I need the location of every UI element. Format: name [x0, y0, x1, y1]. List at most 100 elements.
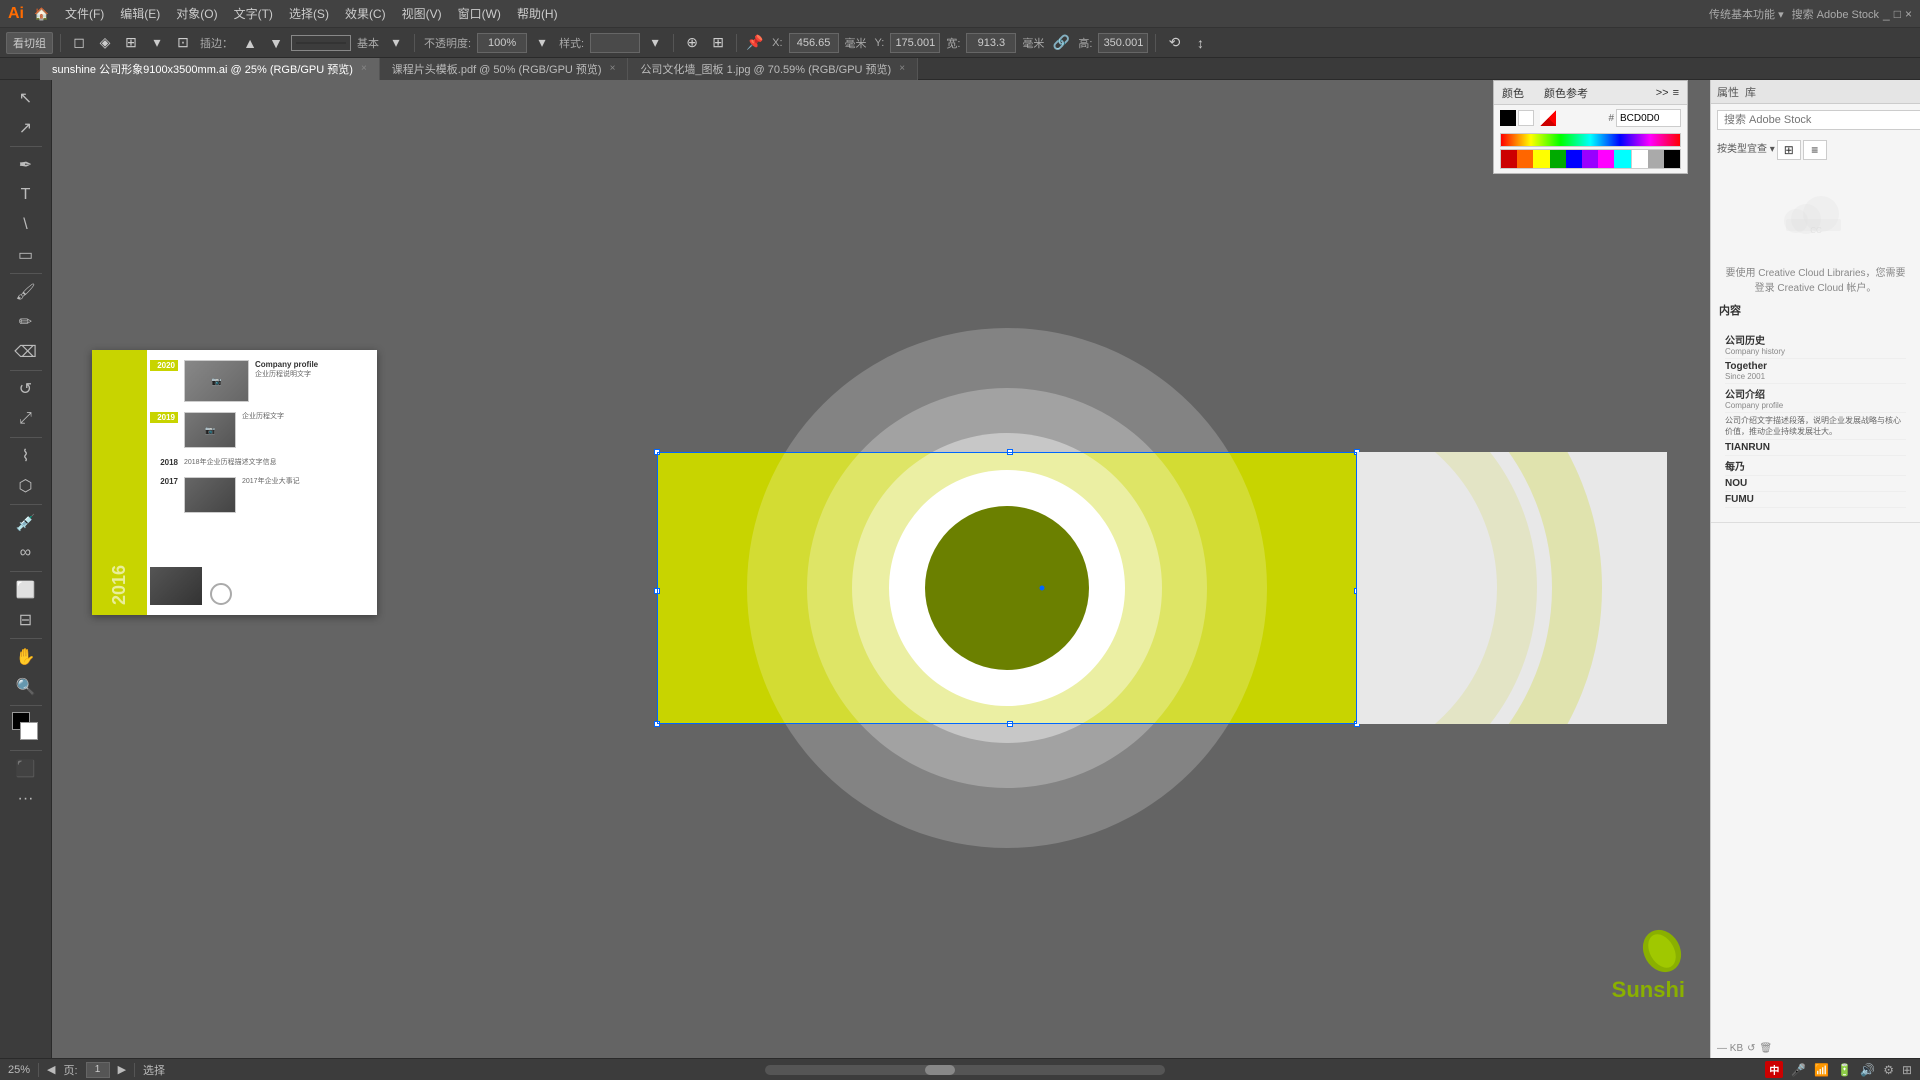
menu-file[interactable]: 文件(F): [57, 1, 112, 26]
content-item-4[interactable]: TIANRUN: [1725, 440, 1906, 456]
refresh-icon[interactable]: ↺: [1747, 1043, 1755, 1054]
swatch-none[interactable]: [1540, 110, 1556, 126]
menu-select[interactable]: 选择(S): [281, 1, 337, 26]
menu-edit[interactable]: 编辑(E): [112, 1, 168, 26]
grid-icon[interactable]: ⊞: [1902, 1063, 1912, 1077]
home-icon[interactable]: 🏠: [34, 7, 49, 21]
screen-mode[interactable]: ⬛: [8, 755, 44, 783]
dropdown-icon-3[interactable]: ▾: [531, 32, 553, 54]
direct-select-icon[interactable]: ◈: [94, 32, 116, 54]
menu-window[interactable]: 窗口(W): [450, 1, 509, 26]
tab-1[interactable]: 课程片头模板.pdf @ 50% (RGB/GPU 预览) ×: [380, 58, 629, 80]
swatch-black[interactable]: [1500, 110, 1516, 126]
content-item-7[interactable]: FUMU: [1725, 492, 1906, 508]
lock-proportions-icon[interactable]: 🔗: [1050, 32, 1072, 54]
menu-object[interactable]: 对象(O): [168, 1, 225, 26]
menu-effect[interactable]: 效果(C): [337, 1, 394, 26]
direct-select-tool[interactable]: ↗: [8, 114, 44, 142]
list-view-btn[interactable]: ≡: [1803, 140, 1827, 160]
canvas-area[interactable]: 2016 2020 📷 Company: [52, 80, 1710, 1058]
handle-ml[interactable]: [654, 588, 660, 594]
y-input[interactable]: [890, 33, 940, 53]
color-panel-expand[interactable]: >>: [1656, 87, 1669, 99]
content-item-5[interactable]: 每乃: [1725, 456, 1906, 476]
dropdown-icon-4[interactable]: ▾: [644, 32, 666, 54]
selection-tool[interactable]: ↖: [8, 84, 44, 112]
tab-2[interactable]: 公司文化墙_图板 1.jpg @ 70.59% (RGB/GPU 预览) ×: [628, 58, 918, 80]
circle-nav[interactable]: [210, 583, 232, 605]
arrange-icon[interactable]: ⊡: [172, 32, 194, 54]
settings-icon[interactable]: ⚙: [1883, 1063, 1894, 1077]
tab-close-1[interactable]: ×: [610, 63, 616, 74]
pen-tool[interactable]: ✒: [8, 151, 44, 179]
scale-tool[interactable]: ⤢: [8, 405, 44, 433]
selection-tool-icon[interactable]: ◻: [68, 32, 90, 54]
hand-tool[interactable]: ✋: [8, 643, 44, 671]
hex-input[interactable]: [1616, 109, 1681, 127]
pin-icon[interactable]: 📌: [744, 32, 766, 54]
tab-close-2[interactable]: ×: [899, 63, 905, 74]
line-tool[interactable]: \: [8, 211, 44, 239]
fill-stroke-selector[interactable]: [8, 712, 44, 744]
workspace-label[interactable]: 传统基本功能 ▾: [1709, 6, 1784, 22]
window-maximize[interactable]: □: [1894, 7, 1901, 21]
page-nav-next[interactable]: ▶: [118, 1063, 126, 1076]
distribute-icon[interactable]: ⊞: [707, 32, 729, 54]
menu-view[interactable]: 视图(V): [394, 1, 450, 26]
props-tab-libraries[interactable]: 库: [1745, 84, 1756, 100]
color-gradient-bar[interactable]: [1500, 133, 1681, 147]
mic-icon[interactable]: 🎤: [1791, 1063, 1806, 1077]
window-minimize[interactable]: _: [1883, 7, 1890, 21]
delete-icon[interactable]: 🗑: [1760, 1043, 1773, 1054]
slice-tool[interactable]: ⊟: [8, 606, 44, 634]
artboard-tool[interactable]: ⬜: [8, 576, 44, 604]
blend-tool[interactable]: ∞: [8, 539, 44, 567]
rotate-tool[interactable]: ↺: [8, 375, 44, 403]
tab-0[interactable]: sunshine 公司形象9100x3500mm.ai @ 25% (RGB/G…: [40, 58, 380, 80]
menu-help[interactable]: 帮助(H): [509, 1, 566, 26]
more-tools-icon[interactable]: ↕: [1189, 32, 1211, 54]
type-filter-label[interactable]: 按类型宜查 ▾: [1717, 140, 1775, 160]
align-icon[interactable]: ⊕: [681, 32, 703, 54]
stroke-down-icon[interactable]: ▼: [265, 32, 287, 54]
handle-tl[interactable]: [654, 449, 660, 455]
handle-bl[interactable]: [654, 721, 660, 727]
wifi-icon[interactable]: 📶: [1814, 1063, 1829, 1077]
opacity-input[interactable]: [477, 33, 527, 53]
w-input[interactable]: [966, 33, 1016, 53]
style-input[interactable]: [590, 33, 640, 53]
dropdown-icon-1[interactable]: ▾: [146, 32, 168, 54]
arrangement-button[interactable]: 看切组: [6, 32, 53, 54]
window-close[interactable]: ×: [1905, 7, 1912, 21]
type-tool[interactable]: T: [8, 181, 44, 209]
handle-bc[interactable]: [1007, 721, 1013, 727]
warp-tool[interactable]: ⌇: [8, 442, 44, 470]
h-scrollbar[interactable]: [765, 1065, 1165, 1075]
grid-view-btn[interactable]: ⊞: [1777, 140, 1801, 160]
eraser-tool[interactable]: ⌫: [8, 338, 44, 366]
zoom-tool[interactable]: 🔍: [8, 673, 44, 701]
h-input[interactable]: [1098, 33, 1148, 53]
content-item-0[interactable]: 公司历史 Company history: [1725, 330, 1906, 359]
tab-close-0[interactable]: ×: [361, 63, 367, 74]
menu-text[interactable]: 文字(T): [226, 1, 281, 26]
h-scroll-thumb[interactable]: [925, 1065, 955, 1075]
content-item-1[interactable]: Together Since 2001: [1725, 359, 1906, 384]
content-item-2[interactable]: 公司介绍 Company profile: [1725, 384, 1906, 413]
color-panel-menu[interactable]: ≡: [1673, 87, 1679, 99]
eyedropper-tool[interactable]: 💉: [8, 509, 44, 537]
page-nav-prev[interactable]: ◀: [47, 1063, 55, 1076]
stock-search-input[interactable]: [1717, 110, 1920, 130]
paintbrush-tool[interactable]: 🖌: [8, 278, 44, 306]
content-item-6[interactable]: NOU: [1725, 476, 1906, 492]
dropdown-icon-2[interactable]: ▾: [385, 32, 407, 54]
swatch-white[interactable]: [1518, 110, 1534, 126]
transform-controls-icon[interactable]: ⟲: [1163, 32, 1185, 54]
props-tab-properties[interactable]: 属性: [1717, 84, 1739, 100]
handle-center[interactable]: [1040, 586, 1045, 591]
handle-tc[interactable]: [1007, 449, 1013, 455]
pencil-tool[interactable]: ✏: [8, 308, 44, 336]
shape-tool[interactable]: ▭: [8, 241, 44, 269]
preview-main[interactable]: [657, 452, 1357, 724]
transform-icon[interactable]: ⊞: [120, 32, 142, 54]
